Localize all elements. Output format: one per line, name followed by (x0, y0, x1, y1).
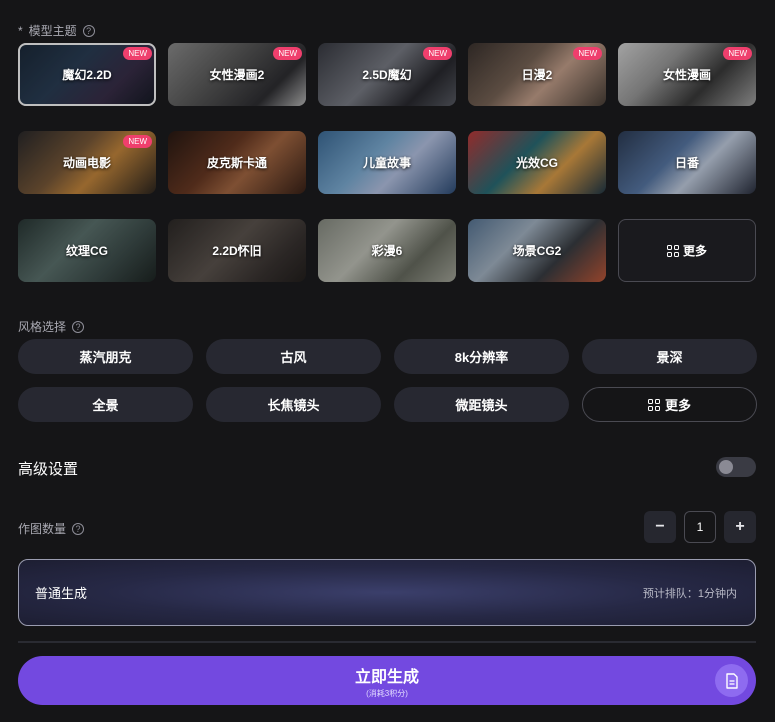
grid-icon (647, 398, 660, 411)
more-content: 更多 (666, 242, 707, 259)
grid-icon (666, 244, 679, 257)
theme-card[interactable]: 光效CG (468, 131, 606, 194)
theme-card-title: 场景CG2 (512, 244, 562, 258)
theme-card[interactable]: 2.5D魔幻 NEW (318, 43, 456, 106)
theme-more-button[interactable]: 更多 (618, 219, 756, 282)
theme-card-title: 纹理CG (65, 244, 108, 258)
theme-card[interactable]: 女性漫画 NEW (618, 43, 756, 106)
theme-card[interactable]: 魔幻2.2D NEW (18, 43, 156, 106)
theme-card[interactable]: 日漫2 NEW (468, 43, 606, 106)
theme-card-title: 日漫2 (521, 68, 553, 82)
cost-label: (消耗3积分) (366, 688, 408, 698)
theme-card-title: 日番 (674, 156, 699, 170)
generate-now-label: 立即生成 (354, 668, 419, 686)
theme-card-title: 彩漫6 (371, 244, 403, 258)
style-option[interactable]: 8k分辨率 (394, 339, 569, 374)
style-option[interactable]: 全景 (18, 387, 193, 422)
theme-card-title: 皮克斯卡通 (206, 156, 267, 170)
style-select-title: 风格选择 (18, 320, 67, 334)
advanced-settings-label: 高级设置 (18, 461, 79, 478)
model-theme-label: * 模型主题 ? (18, 22, 95, 39)
style-option[interactable]: 景深 (582, 339, 757, 374)
style-option[interactable]: 长焦镜头 (206, 387, 381, 422)
style-option[interactable]: 古风 (206, 339, 381, 374)
theme-card-title: 魔幻2.2D (62, 68, 112, 82)
theme-card-title: 动画电影 (62, 156, 111, 170)
model-theme-grid: 魔幻2.2D NEW 女性漫画2 NEW 2.5D魔幻 NEW 日漫2 NEW 女性漫画 NEW 动… (18, 43, 756, 282)
style-option[interactable]: 微距镜头 (394, 387, 569, 422)
quantity-value[interactable]: 1 (684, 511, 716, 543)
help-icon[interactable]: ? (72, 320, 85, 333)
required-mark: * (18, 23, 23, 38)
style-option[interactable]: 蒸汽朋克 (18, 339, 193, 374)
advanced-settings-toggle[interactable] (716, 457, 756, 477)
help-icon[interactable]: ? (72, 522, 85, 535)
more-label: 更多 (682, 244, 707, 258)
new-badge: NEW (423, 47, 452, 60)
theme-card-title: 2.5D魔幻 (362, 68, 412, 82)
theme-card[interactable]: 2.2D怀旧 (168, 219, 306, 282)
quantity-stepper: − 1 + (644, 511, 756, 543)
theme-card[interactable]: 女性漫画2 NEW (168, 43, 306, 106)
theme-card-title: 2.2D怀旧 (212, 244, 262, 258)
help-icon[interactable]: ? (82, 24, 95, 37)
generate-now-button[interactable]: 立即生成 (消耗3积分) (18, 656, 756, 705)
theme-card[interactable]: 皮克斯卡通 (168, 131, 306, 194)
divider (18, 641, 756, 643)
theme-card-title: 女性漫画 (662, 68, 711, 82)
theme-card-title: 女性漫画2 (209, 68, 265, 82)
theme-card[interactable]: 日番 (618, 131, 756, 194)
theme-card[interactable]: 纹理CG (18, 219, 156, 282)
new-badge: NEW (123, 135, 152, 148)
new-badge: NEW (723, 47, 752, 60)
theme-card[interactable]: 儿童故事 (318, 131, 456, 194)
style-select-label: 风格选择 ? (18, 318, 85, 335)
model-theme-title: 模型主题 (28, 24, 77, 38)
document-button[interactable] (715, 664, 748, 697)
new-badge: NEW (573, 47, 602, 60)
style-select-grid: 蒸汽朋克 古风 8k分辨率 景深全景 长焦镜头 微距镜头 更多 (18, 339, 757, 422)
increment-button[interactable]: + (724, 511, 756, 543)
more-label: 更多 (664, 398, 691, 413)
theme-card[interactable]: 彩漫6 (318, 219, 456, 282)
toggle-knob (719, 460, 733, 474)
generation-mode-name: 普通生成 (35, 586, 88, 601)
decrement-button[interactable]: − (644, 511, 676, 543)
generation-mode-card[interactable]: 普通生成 预计排队：1分钟内 (18, 559, 756, 626)
theme-card[interactable]: 动画电影 NEW (18, 131, 156, 194)
document-icon (725, 672, 738, 689)
theme-card[interactable]: 场景CG2 (468, 219, 606, 282)
queue-estimate: 预计排队：1分钟内 (642, 587, 737, 600)
count-label: 作图数量 ? (18, 520, 85, 537)
style-more-button[interactable]: 更多 (582, 387, 757, 422)
new-badge: NEW (273, 47, 302, 60)
count-title: 作图数量 (18, 522, 67, 536)
theme-card-title: 儿童故事 (362, 156, 411, 170)
theme-card-title: 光效CG (515, 156, 558, 170)
new-badge: NEW (123, 47, 152, 60)
